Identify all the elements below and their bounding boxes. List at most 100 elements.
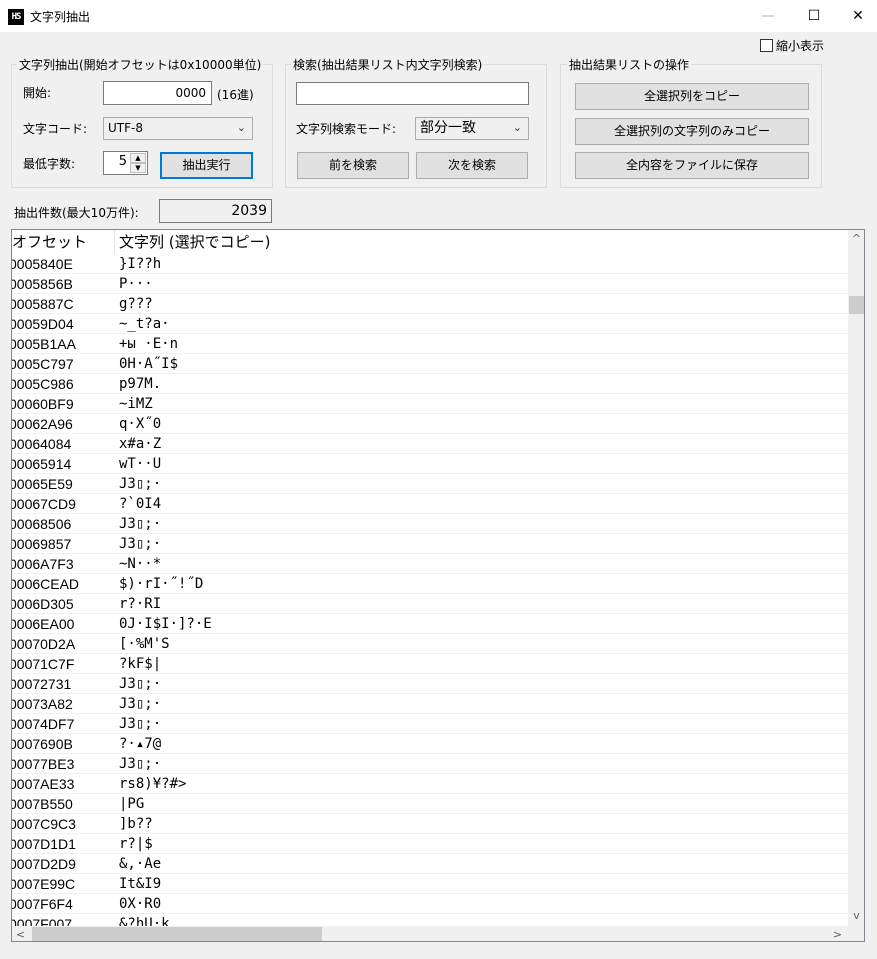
table-row[interactable]: 00072731 J3▯;· (12, 674, 848, 694)
table-row[interactable]: 0007F6F4 0X·R0 (12, 894, 848, 914)
vertical-scrollbar[interactable]: ^ v (848, 230, 864, 926)
offset-cell: 00059D04 (12, 316, 74, 332)
table-row[interactable]: 00077BE3 J3▯;· (12, 754, 848, 774)
offset-cell: 0006D305 (12, 596, 74, 612)
offset-cell: 00069857 (12, 536, 72, 552)
offset-cell: 00068506 (12, 516, 72, 532)
offset-cell: 0007D1D1 (12, 836, 76, 852)
table-row[interactable]: 0005887C g??? (12, 294, 848, 314)
spin-up-icon[interactable]: ▲ (130, 153, 146, 163)
min-chars-stepper[interactable]: 5 ▲ ▼ (103, 151, 148, 175)
search-input[interactable] (296, 82, 529, 105)
string-cell: J3▯;· (119, 536, 162, 552)
string-cell: rs8)¥?#> (119, 776, 187, 792)
copy-selected-button[interactable]: 全選択列をコピー (575, 83, 809, 110)
table-row[interactable]: 00069857 J3▯;· (12, 534, 848, 554)
table-row[interactable]: 0005B1AA +ы ·E·n (12, 334, 848, 354)
minimize-button[interactable]: — (745, 0, 791, 32)
result-ops-group-label: 抽出結果リストの操作 (567, 56, 692, 73)
column-header-offset[interactable]: オフセット (12, 230, 87, 254)
table-row[interactable]: 0006A7F3 ~N··* (12, 554, 848, 574)
table-row[interactable]: 0007F007 &?hU·k (12, 914, 848, 926)
close-icon: ✕ (852, 8, 864, 24)
small-view-label: 縮小表示 (776, 39, 825, 53)
table-row[interactable]: 00062A96 q·X˝0 (12, 414, 848, 434)
table-row[interactable]: 00068506 J3▯;· (12, 514, 848, 534)
list-rows: 0005840E}I??h 0005856B P··· 0005887C g??? 000… (12, 254, 848, 926)
string-cell: ~_t?a· (119, 316, 170, 332)
search-next-button[interactable]: 次を検索 (416, 152, 528, 179)
offset-cell: 00065E59 (12, 476, 73, 492)
search-mode-label: 文字列検索モード: (296, 122, 397, 136)
string-cell: g??? (119, 296, 153, 312)
vertical-scroll-thumb[interactable] (849, 296, 864, 314)
table-row[interactable]: 0007B550 |PG (12, 794, 848, 814)
string-cell: r?|$ (119, 836, 153, 852)
scroll-left-icon[interactable]: < (12, 926, 29, 941)
table-row[interactable]: 00074DF7 J3▯;· (12, 714, 848, 734)
table-row[interactable]: 0006D305 r?·RI (12, 594, 848, 614)
offset-cell: 00074DF7 (12, 716, 75, 732)
table-row[interactable]: 00065E59 J3▯;· (12, 474, 848, 494)
table-row[interactable]: 0007E99C It&I9 (12, 874, 848, 894)
offset-cell: 0007F007 (12, 916, 73, 926)
spin-down-icon[interactable]: ▼ (130, 163, 146, 173)
horizontal-scroll-thumb[interactable] (32, 927, 322, 941)
string-cell: P··· (119, 276, 153, 292)
table-row[interactable]: 00073A82 J3▯;· (12, 694, 848, 714)
table-row[interactable]: 0006EA00 0J·I$I·]?·E (12, 614, 848, 634)
column-divider[interactable] (114, 230, 115, 254)
search-prev-button[interactable]: 前を検索 (297, 152, 409, 179)
column-header-string[interactable]: 文字列 (選択でコピー) (119, 230, 270, 254)
table-row[interactable]: 0006CEAD $)·rI·˝!˝D (12, 574, 848, 594)
table-row[interactable]: 0005C986 p97M. (12, 374, 848, 394)
string-cell: p97M. (119, 376, 162, 392)
table-row[interactable]: 00071C7F ?kF$| (12, 654, 848, 674)
table-row[interactable]: 00064084 x#a·Z (12, 434, 848, 454)
encoding-value: UTF-8 (108, 121, 143, 135)
run-extract-button[interactable]: 抽出実行 (160, 152, 253, 179)
start-offset-input[interactable]: 0000 (103, 81, 212, 105)
table-row[interactable]: 0007D2D9 &,·Ae (12, 854, 848, 874)
list-header: オフセット 文字列 (選択でコピー) (12, 230, 848, 254)
table-row[interactable]: 0005856B P··· (12, 274, 848, 294)
close-button[interactable]: ✕ (835, 0, 877, 32)
string-cell: ~iMZ (119, 396, 153, 412)
search-group-label: 検索(抽出結果リスト内文字列検索) (291, 56, 485, 73)
scroll-down-icon[interactable]: v (848, 907, 864, 924)
horizontal-scrollbar[interactable]: < > (12, 926, 848, 941)
table-row[interactable]: 00065914 wT··U (12, 454, 848, 474)
scroll-up-icon[interactable]: ^ (848, 230, 864, 247)
table-row[interactable]: 0005C797 0H·A˝I$ (12, 354, 848, 374)
small-view-checkbox[interactable] (760, 39, 773, 52)
string-cell: wT··U (119, 456, 162, 472)
save-to-file-button[interactable]: 全内容をファイルに保存 (575, 152, 809, 179)
encoding-select[interactable]: UTF-8 ⌄ (103, 117, 253, 140)
string-cell: J3▯;· (119, 696, 162, 712)
string-cell: ~N··* (119, 556, 162, 572)
chevron-down-icon: ⌄ (236, 121, 246, 134)
table-row[interactable]: 00059D04 ~_t?a· (12, 314, 848, 334)
copy-strings-only-button[interactable]: 全選択列の文字列のみコピー (575, 118, 809, 145)
table-row[interactable]: 00067CD9 ?`0I4 (12, 494, 848, 514)
encoding-label: 文字コード: (23, 122, 88, 136)
maximize-button[interactable]: ☐ (791, 0, 837, 32)
table-row[interactable]: 0007D1D1 r?|$ (12, 834, 848, 854)
table-row[interactable]: 00070D2A [·%M'S (12, 634, 848, 654)
scroll-right-icon[interactable]: > (829, 926, 846, 941)
string-cell: 0J·I$I·]?·E (119, 616, 212, 632)
string-cell: J3▯;· (119, 756, 162, 772)
table-row[interactable]: 0007AE33 rs8)¥?#> (12, 774, 848, 794)
table-row[interactable]: 0005840E}I??h (12, 254, 848, 274)
table-row[interactable]: 00060BF9 ~iMZ (12, 394, 848, 414)
string-cell: x#a·Z (119, 436, 162, 452)
offset-cell: 00072731 (12, 676, 72, 692)
string-cell: &?hU·k (119, 916, 170, 926)
string-cell: }I??h (119, 256, 162, 272)
results-list[interactable]: オフセット 文字列 (選択でコピー) 0005840E}I??h 0005856B… (11, 229, 865, 942)
table-row[interactable]: 0007C9C3]b?? (12, 814, 848, 834)
table-row[interactable]: 0007690B ?·▴7@ (12, 734, 848, 754)
search-mode-select[interactable]: 部分一致 ⌄ (415, 117, 529, 140)
string-cell: ?`0I4 (119, 496, 162, 512)
offset-cell: 0007AE33 (12, 776, 75, 792)
